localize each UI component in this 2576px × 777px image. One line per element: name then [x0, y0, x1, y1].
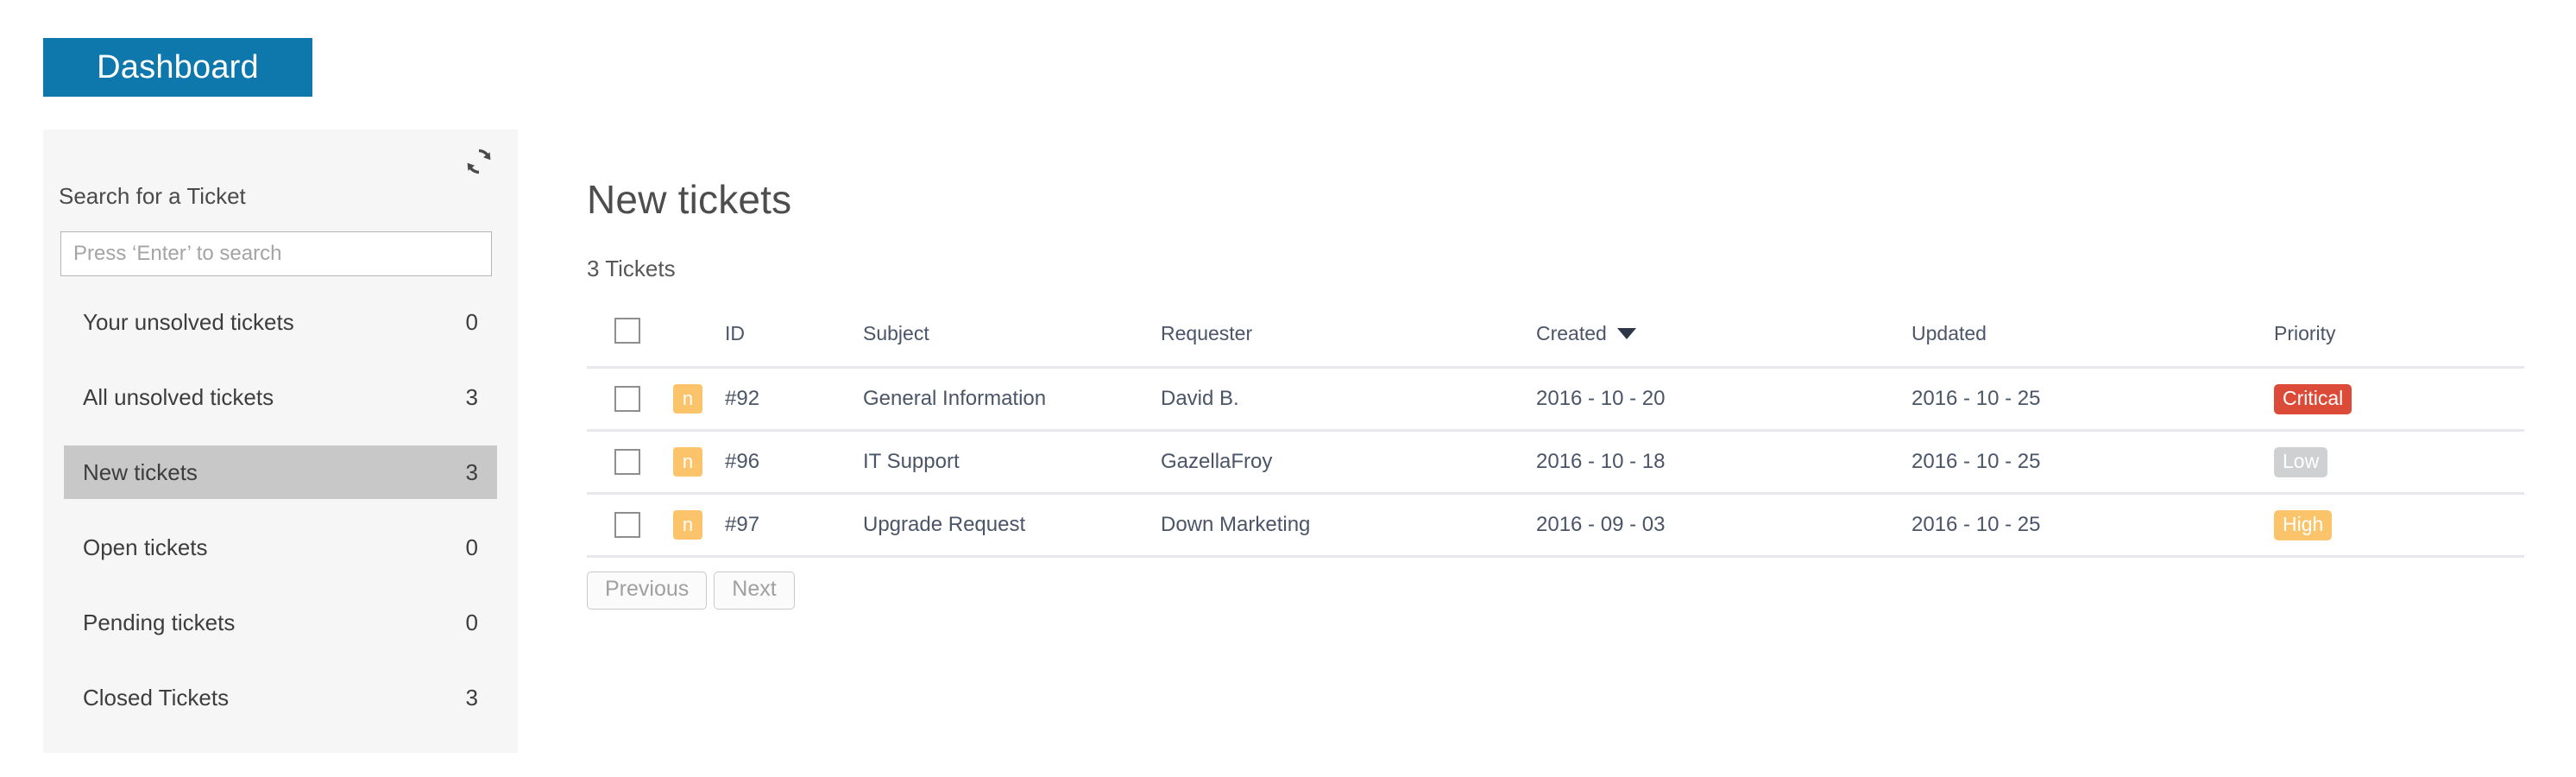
- column-header-subject[interactable]: Subject: [863, 314, 1161, 369]
- column-header-updated[interactable]: Updated: [1912, 314, 2274, 369]
- sidebar-item-pending-tickets[interactable]: Pending tickets 0: [64, 596, 497, 649]
- row-created: 2016 - 10 - 18: [1536, 430, 1912, 495]
- sidebar-item-count: 0: [465, 534, 478, 560]
- row-priority-cell: High: [2274, 493, 2524, 558]
- sidebar-item-count: 0: [465, 308, 478, 335]
- row-id: #92: [725, 367, 863, 432]
- tickets-table-container: ID Subject Requester Created Updated Pri…: [587, 314, 2524, 610]
- dashboard-tab[interactable]: Dashboard: [43, 38, 312, 97]
- new-ticket-badge-icon: n: [673, 447, 702, 477]
- row-priority-cell: Critical: [2274, 367, 2524, 432]
- column-header-requester-label: Requester: [1161, 321, 1253, 344]
- page-title: New tickets: [587, 177, 792, 222]
- sort-descending-icon[interactable]: [1616, 327, 1636, 339]
- new-ticket-badge-icon: n: [673, 510, 702, 540]
- sidebar-item-closed-tickets[interactable]: Closed Tickets 3: [64, 671, 497, 724]
- row-checkbox[interactable]: [614, 512, 640, 538]
- row-updated: 2016 - 10 - 25: [1912, 430, 2274, 495]
- search-input[interactable]: [60, 231, 492, 276]
- tickets-table: ID Subject Requester Created Updated Pri…: [587, 314, 2524, 558]
- row-select-cell: [587, 430, 673, 495]
- row-id: #96: [725, 430, 863, 495]
- row-subject: Upgrade Request: [863, 493, 1161, 558]
- previous-page-button[interactable]: Previous: [587, 572, 708, 610]
- row-requester: Down Marketing: [1161, 493, 1536, 558]
- row-subject: General Information: [863, 367, 1161, 432]
- sidebar-nav-list: Your unsolved tickets 0 All unsolved tic…: [43, 295, 518, 746]
- sidebar-item-count: 3: [465, 684, 478, 711]
- column-header-subject-label: Subject: [863, 321, 929, 344]
- column-header-updated-label: Updated: [1912, 321, 1987, 344]
- refresh-icon[interactable]: [459, 142, 499, 181]
- next-page-button[interactable]: Next: [714, 572, 795, 610]
- table-row[interactable]: n #97 Upgrade Request Down Marketing 201…: [587, 493, 2524, 558]
- row-type-cell: n: [673, 430, 725, 495]
- column-header-priority[interactable]: Priority: [2274, 314, 2524, 369]
- search-label: Search for a Ticket: [59, 183, 246, 209]
- sidebar-item-label: New tickets: [83, 458, 198, 485]
- priority-badge: Critical: [2274, 383, 2352, 414]
- sidebar-item-label: Closed Tickets: [83, 684, 230, 711]
- row-select-cell: [587, 367, 673, 432]
- row-priority-cell: Low: [2274, 430, 2524, 495]
- row-type-cell: n: [673, 493, 725, 558]
- row-created: 2016 - 09 - 03: [1536, 493, 1912, 558]
- sidebar-item-label: Pending tickets: [83, 609, 236, 635]
- row-updated: 2016 - 10 - 25: [1912, 493, 2274, 558]
- sidebar-item-open-tickets[interactable]: Open tickets 0: [64, 521, 497, 574]
- row-checkbox[interactable]: [614, 449, 640, 475]
- sidebar-item-all-unsolved-tickets[interactable]: All unsolved tickets 3: [64, 370, 497, 424]
- pagination: Previous Next: [587, 572, 2524, 610]
- select-all-checkbox[interactable]: [614, 318, 640, 344]
- column-header-id-label: ID: [725, 321, 745, 344]
- column-header-created[interactable]: Created: [1536, 314, 1912, 369]
- new-ticket-badge-icon: n: [673, 384, 702, 414]
- column-header-id[interactable]: ID: [725, 314, 863, 369]
- table-header-row: ID Subject Requester Created Updated Pri…: [587, 314, 2524, 369]
- table-row[interactable]: n #96 IT Support GazellaFroy 2016 - 10 -…: [587, 430, 2524, 495]
- priority-badge: High: [2274, 509, 2333, 540]
- column-header-priority-label: Priority: [2274, 321, 2336, 344]
- sidebar-item-count: 3: [465, 458, 478, 485]
- sidebar-item-count: 0: [465, 609, 478, 635]
- row-type-cell: n: [673, 367, 725, 432]
- table-row[interactable]: n #92 General Information David B. 2016 …: [587, 367, 2524, 432]
- sidebar-item-new-tickets[interactable]: New tickets 3: [64, 445, 497, 499]
- row-requester: David B.: [1161, 367, 1536, 432]
- row-requester: GazellaFroy: [1161, 430, 1536, 495]
- sidebar-item-count: 3: [465, 383, 478, 410]
- ticket-count-label: 3 Tickets: [587, 256, 676, 281]
- row-updated: 2016 - 10 - 25: [1912, 367, 2274, 432]
- column-header-created-label: Created: [1536, 321, 1607, 344]
- row-created: 2016 - 10 - 20: [1536, 367, 1912, 432]
- sidebar-item-label: Open tickets: [83, 534, 208, 560]
- column-header-requester[interactable]: Requester: [1161, 314, 1536, 369]
- sidebar-panel: Search for a Ticket Your unsolved ticket…: [43, 130, 518, 753]
- row-id: #97: [725, 493, 863, 558]
- select-all-header: [587, 314, 673, 369]
- sidebar-item-label: Your unsolved tickets: [83, 308, 294, 335]
- dashboard-tab-label: Dashboard: [97, 49, 259, 85]
- row-subject: IT Support: [863, 430, 1161, 495]
- sidebar-item-label: All unsolved tickets: [83, 383, 274, 410]
- priority-badge: Low: [2274, 446, 2328, 477]
- row-select-cell: [587, 493, 673, 558]
- sidebar-item-your-unsolved-tickets[interactable]: Your unsolved tickets 0: [64, 295, 497, 349]
- row-checkbox[interactable]: [614, 386, 640, 412]
- main-content: New tickets 3 Tickets ID Subject Request…: [587, 164, 2524, 610]
- type-column-header: [673, 314, 725, 369]
